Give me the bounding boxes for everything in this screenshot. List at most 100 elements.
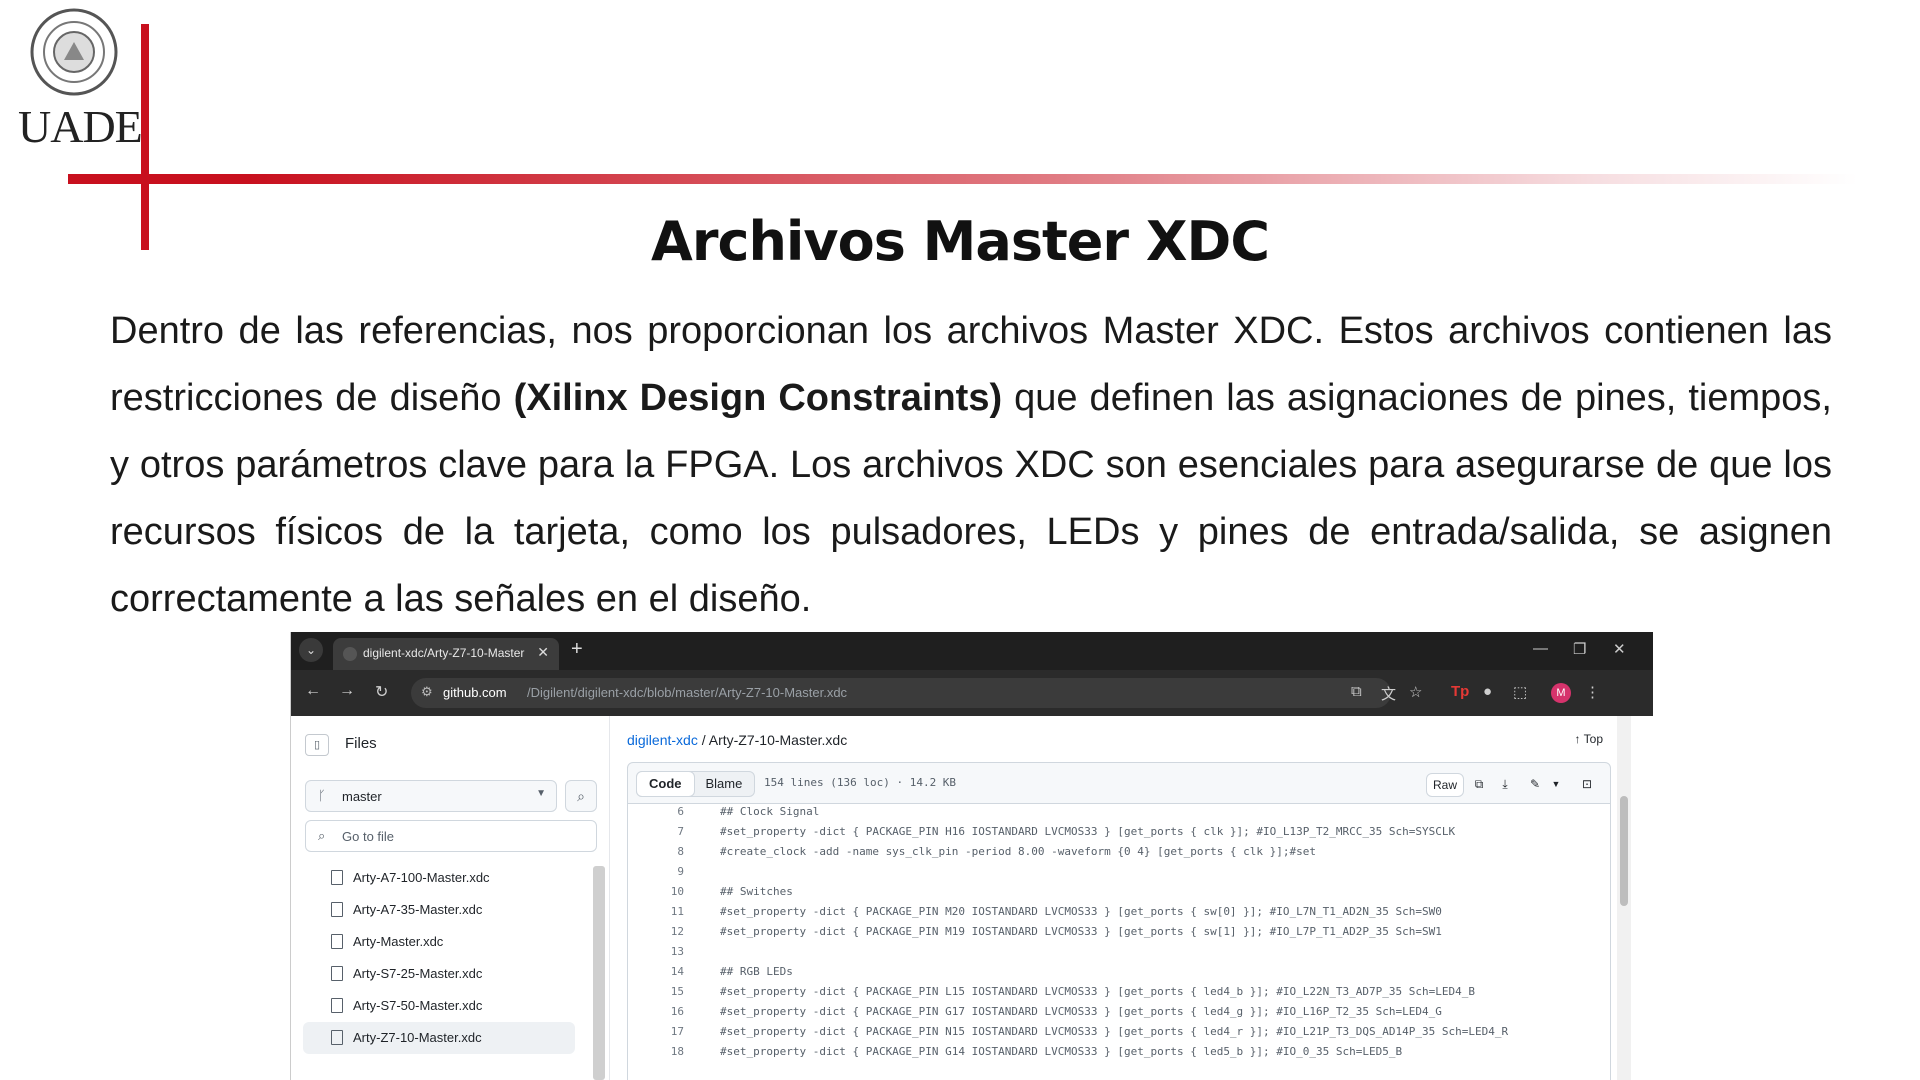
- paragraph-bold: (Xilinx Design Constraints): [513, 377, 1003, 419]
- close-tab-icon[interactable]: ✕: [537, 644, 549, 661]
- line-number: 14: [670, 965, 684, 978]
- tab-code[interactable]: Code: [636, 771, 695, 797]
- code-line: 12 #set_property -dict { PACKAGE_PIN M19 …: [628, 922, 1610, 942]
- file-name: Arty-A7-35-Master.xdc: [353, 902, 483, 917]
- file-item-active[interactable]: Arty-Z7-10-Master.xdc: [303, 1022, 575, 1054]
- forward-icon[interactable]: →: [339, 682, 355, 700]
- code-text: #set_property -dict { PACKAGE_PIN L15 IO…: [720, 985, 1475, 998]
- repo-link[interactable]: digilent-xdc: [627, 732, 698, 748]
- file-meta: 154 lines (136 loc) · 14.2 KB: [764, 776, 957, 789]
- accent-horizontal-line: [68, 174, 1858, 184]
- extension-tp-icon[interactable]: Tp: [1451, 683, 1469, 700]
- file-icon: [331, 1030, 343, 1045]
- back-icon[interactable]: ←: [305, 682, 321, 700]
- symbols-panel-icon[interactable]: ⊡: [1576, 773, 1598, 795]
- github-favicon-icon: [343, 647, 357, 661]
- code-text: #set_property -dict { PACKAGE_PIN G17 IO…: [720, 1005, 1442, 1018]
- raw-button[interactable]: Raw: [1426, 773, 1464, 797]
- file-item[interactable]: Arty-S7-50-Master.xdc: [291, 990, 581, 1022]
- restore-icon[interactable]: ❐: [1573, 640, 1586, 658]
- new-tab-icon[interactable]: +: [571, 638, 583, 661]
- top-label: Top: [1583, 732, 1603, 746]
- minimize-icon[interactable]: —: [1533, 640, 1548, 657]
- code-area: 6 ## Clock Signal 7 #set_property -dict { P…: [627, 802, 1611, 1080]
- code-line: 18 #set_property -dict { PACKAGE_PIN G14 …: [628, 1042, 1610, 1062]
- sidebar-scrollbar[interactable]: [593, 866, 605, 1080]
- tab-bar: ⌄ digilent-xdc/Arty-Z7-10-Master ✕ + — ❐…: [291, 632, 1653, 670]
- extensions-puzzle-icon[interactable]: ⬚: [1513, 683, 1527, 701]
- university-seal-icon: [30, 8, 118, 96]
- close-window-icon[interactable]: ✕: [1613, 640, 1626, 658]
- translate-icon[interactable]: 文: [1381, 683, 1396, 704]
- sidebar-title: Files: [345, 735, 377, 752]
- line-number: 16: [670, 1005, 684, 1018]
- file-tree-sidebar: ▯ Files ᚴ master ▼ ⌕ ⌕ Go to file Arty-A…: [291, 716, 610, 1080]
- file-name: Arty-Z7-10-Master.xdc: [353, 1030, 482, 1045]
- url-host: github.com: [443, 685, 507, 700]
- file-icon: [331, 966, 343, 981]
- breadcrumb-filename: Arty-Z7-10-Master.xdc: [708, 732, 848, 748]
- file-item[interactable]: Arty-Master.xdc: [291, 926, 581, 958]
- tab-blame[interactable]: Blame: [694, 772, 755, 796]
- install-icon[interactable]: ⧉: [1351, 683, 1362, 700]
- profile-avatar[interactable]: M: [1551, 683, 1571, 703]
- file-item[interactable]: Arty-A7-35-Master.xdc: [291, 894, 581, 926]
- code-line: 10 ## Switches: [628, 882, 1610, 902]
- extension-icon[interactable]: ●: [1483, 683, 1492, 700]
- reload-icon[interactable]: ↻: [375, 682, 388, 702]
- download-icon[interactable]: ⤓: [1494, 773, 1516, 795]
- code-text: ## RGB LEDs: [720, 965, 793, 978]
- code-line: 17 #set_property -dict { PACKAGE_PIN N15 …: [628, 1022, 1610, 1042]
- file-name: Arty-A7-100-Master.xdc: [353, 870, 490, 885]
- file-name: Arty-S7-25-Master.xdc: [353, 966, 483, 981]
- code-line: 9: [628, 862, 1610, 882]
- code-text: #set_property -dict { PACKAGE_PIN N15 IO…: [720, 1025, 1509, 1038]
- address-bar[interactable]: ⚙ github.com /Digilent/digilent-xdc/blob…: [411, 678, 1391, 708]
- code-line: 8 #create_clock -add -name sys_clk_pin -p…: [628, 842, 1610, 862]
- line-number: 7: [677, 825, 684, 838]
- code-text: #create_clock -add -name sys_clk_pin -pe…: [720, 845, 1317, 858]
- github-page: ▯ Files ᚴ master ▼ ⌕ ⌕ Go to file Arty-A…: [291, 716, 1653, 1080]
- scrollbar-thumb[interactable]: [1620, 796, 1628, 906]
- collapse-sidebar-icon[interactable]: ▯: [305, 734, 329, 756]
- file-viewer: digilent-xdc / Arty-Z7-10-Master.xdc ↑ T…: [627, 716, 1627, 1080]
- branch-selector[interactable]: ᚴ master ▼: [305, 780, 557, 812]
- code-text: #set_property -dict { PACKAGE_PIN H16 IO…: [720, 825, 1456, 838]
- code-line: 6 ## Clock Signal: [628, 802, 1610, 822]
- code-line: 15 #set_property -dict { PACKAGE_PIN L15 …: [628, 982, 1610, 1002]
- logo-text: UADE: [18, 101, 143, 152]
- file-icon: [331, 934, 343, 949]
- page-scrollbar[interactable]: [1617, 716, 1631, 1080]
- file-name: Arty-S7-50-Master.xdc: [353, 998, 483, 1013]
- line-number: 6: [677, 805, 684, 818]
- code-line: 14 ## RGB LEDs: [628, 962, 1610, 982]
- search-icon: ⌕: [318, 828, 326, 843]
- file-icon: [331, 998, 343, 1013]
- navigation-bar: ← → ↻ ⚙ github.com /Digilent/digilent-xd…: [291, 670, 1653, 716]
- browser-window: ⌄ digilent-xdc/Arty-Z7-10-Master ✕ + — ❐…: [290, 632, 1653, 1080]
- top-button[interactable]: ↑ Top: [1575, 732, 1603, 746]
- chevron-down-icon: ▼: [536, 788, 546, 799]
- tab-search-icon[interactable]: ⌄: [299, 638, 323, 662]
- file-item[interactable]: Arty-S7-25-Master.xdc: [291, 958, 581, 990]
- code-line: 16 #set_property -dict { PACKAGE_PIN G17 …: [628, 1002, 1610, 1022]
- url-path: /Digilent/digilent-xdc/blob/master/Arty-…: [527, 685, 848, 700]
- copy-icon[interactable]: ⧉: [1468, 773, 1490, 795]
- browser-tab[interactable]: digilent-xdc/Arty-Z7-10-Master ✕: [333, 638, 559, 670]
- browser-menu-icon[interactable]: ⋮: [1585, 683, 1600, 701]
- line-number: 15: [670, 985, 684, 998]
- line-number: 12: [670, 925, 684, 938]
- code-text: ## Switches: [720, 885, 793, 898]
- go-to-file-placeholder: Go to file: [342, 829, 395, 844]
- file-list: Arty-A7-100-Master.xdc Arty-A7-35-Master…: [291, 862, 581, 1054]
- file-name: Arty-Master.xdc: [353, 934, 444, 949]
- bookmark-star-icon[interactable]: ☆: [1409, 683, 1422, 701]
- go-to-file-input[interactable]: ⌕ Go to file: [305, 820, 597, 852]
- file-item[interactable]: Arty-A7-100-Master.xdc: [291, 862, 581, 894]
- chevron-down-icon[interactable]: ▼: [1548, 773, 1564, 795]
- site-info-icon[interactable]: ⚙: [421, 684, 433, 700]
- line-number: 8: [677, 845, 684, 858]
- line-number: 18: [670, 1045, 684, 1058]
- search-icon[interactable]: ⌕: [565, 780, 597, 812]
- edit-pencil-icon[interactable]: ✎: [1524, 773, 1546, 795]
